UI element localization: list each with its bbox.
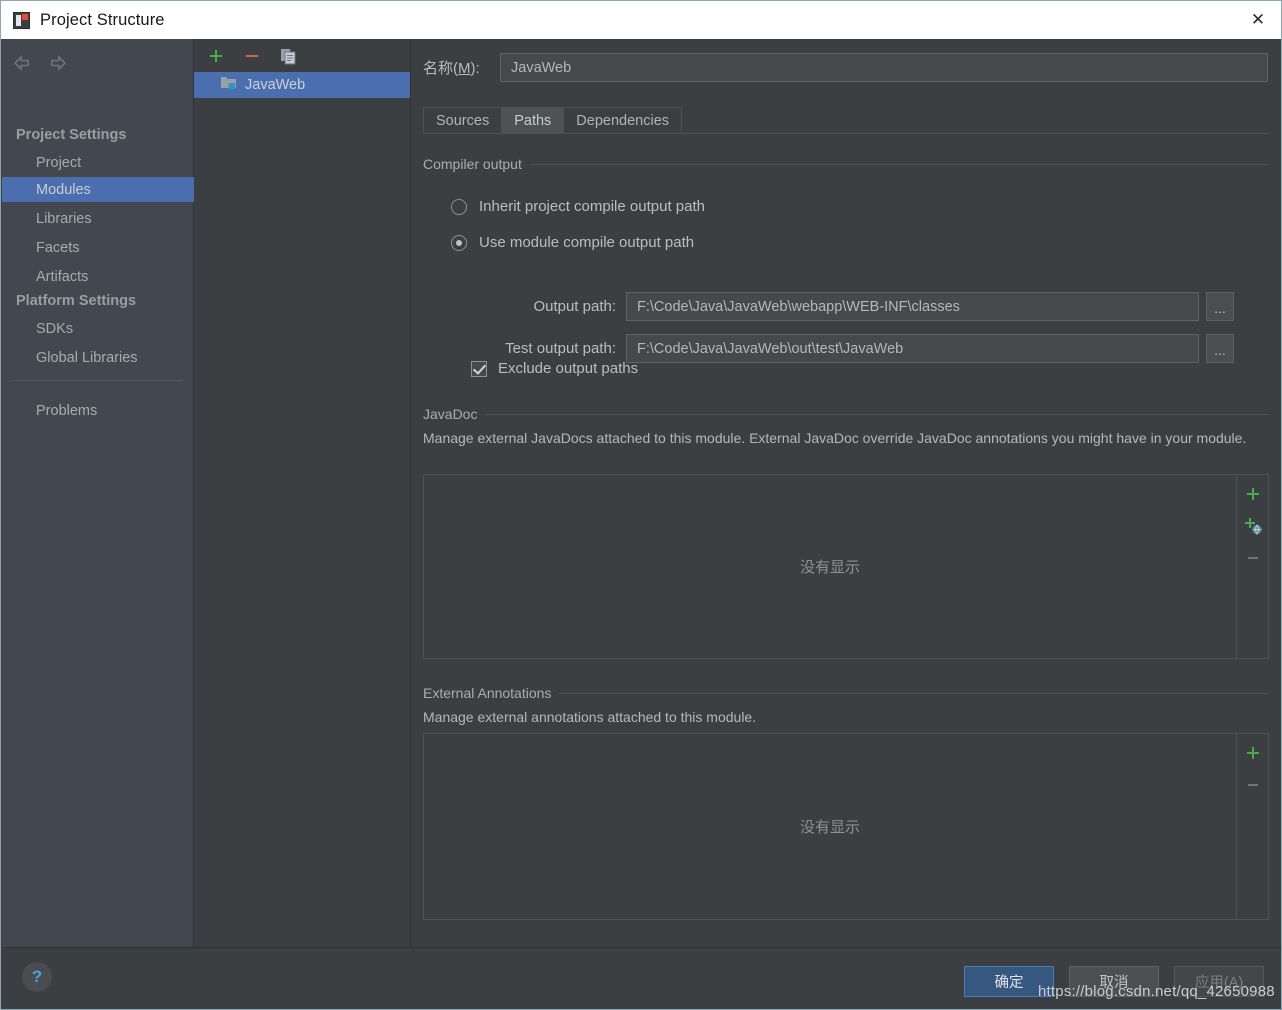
inherit-output-radio-row[interactable]: Inherit project compile output path	[451, 198, 705, 215]
add-annotation-button[interactable]	[1242, 742, 1264, 764]
tab-paths[interactable]: Paths	[501, 107, 564, 134]
tab-dependencies[interactable]: Dependencies	[563, 107, 683, 134]
tabs-underline	[423, 133, 1269, 134]
output-path-row: Output path: F:\Code\Java\JavaWeb\webapp…	[471, 292, 1266, 321]
annotations-section-header: External Annotations	[423, 685, 1269, 701]
javadoc-section-header: JavaDoc	[423, 406, 1269, 422]
forward-arrow-icon[interactable]	[48, 53, 68, 73]
output-path-label: Output path:	[533, 298, 616, 315]
module-name-input[interactable]: JavaWeb	[500, 53, 1268, 82]
watermark-text: https://blog.csdn.net/qq_42650988	[1038, 983, 1275, 1000]
section-rule	[529, 163, 1269, 165]
test-output-path-input[interactable]: F:\Code\Java\JavaWeb\out\test\JavaWeb	[626, 334, 1199, 363]
section-rule	[485, 413, 1269, 415]
javadoc-empty-text: 没有显示	[799, 559, 860, 576]
add-javadoc-url-button[interactable]	[1242, 515, 1264, 537]
sidebar-item-facets[interactable]: Facets	[2, 235, 194, 260]
sidebar-group-platform-settings: Platform Settings	[16, 293, 137, 309]
sidebar-item-label: Libraries	[36, 210, 92, 227]
sidebar-item-global-libraries[interactable]: Global Libraries	[2, 345, 194, 370]
test-output-path-row: Test output path: F:\Code\Java\JavaWeb\o…	[471, 334, 1266, 363]
sidebar-item-libraries[interactable]: Libraries	[2, 206, 194, 231]
sidebar-item-sdks[interactable]: SDKs	[2, 316, 194, 341]
exclude-output-label: Exclude output paths	[498, 360, 639, 377]
module-output-label: Use module compile output path	[479, 234, 695, 251]
sidebar-item-modules[interactable]: Modules	[2, 177, 194, 202]
inherit-output-radio[interactable]	[451, 198, 467, 215]
compiler-output-section-header: Compiler output	[423, 156, 1269, 172]
sidebar-item-label: Global Libraries	[36, 349, 138, 366]
help-button[interactable]: ?	[22, 962, 52, 992]
project-structure-dialog: Project Structure ✕ Project Settings Pro…	[0, 0, 1282, 1010]
javadoc-list-area[interactable]: 没有显示	[424, 475, 1236, 658]
remove-javadoc-button[interactable]	[1242, 547, 1264, 569]
annotations-description: Manage external annotations attached to …	[423, 709, 757, 725]
intellij-idea-icon	[13, 11, 30, 29]
javadoc-side-toolbar	[1236, 475, 1268, 658]
sidebar-item-label: Artifacts	[36, 268, 89, 285]
close-icon[interactable]: ✕	[1235, 1, 1281, 38]
remove-annotation-button[interactable]	[1242, 774, 1264, 796]
javadoc-description: Manage external JavaDocs attached to thi…	[423, 430, 1247, 446]
sidebar-item-label: Facets	[36, 239, 80, 256]
sidebar-item-label: Problems	[36, 402, 98, 419]
sidebar-divider	[14, 380, 182, 381]
sidebar-group-project-settings: Project Settings	[16, 127, 127, 143]
remove-module-button[interactable]	[242, 46, 262, 66]
module-settings-pane: 名称(M): JavaWeb Sources Paths Dependencie…	[411, 39, 1281, 947]
javadoc-list-panel: 没有显示	[423, 474, 1269, 659]
copy-module-button[interactable]	[278, 46, 298, 66]
module-list-item-javaweb[interactable]: JavaWeb	[194, 72, 410, 98]
tab-sources[interactable]: Sources	[423, 107, 502, 134]
module-output-radio-row[interactable]: Use module compile output path	[451, 234, 694, 251]
modules-toolbar	[194, 39, 410, 72]
sidebar-item-label: Project	[36, 154, 82, 171]
output-path-input[interactable]: F:\Code\Java\JavaWeb\webapp\WEB-INF\clas…	[626, 292, 1199, 321]
annotations-list-area[interactable]: 没有显示	[424, 734, 1236, 919]
module-name-label: 名称(M):	[423, 60, 480, 77]
navigation-arrows	[12, 53, 68, 73]
module-name-row: 名称(M): JavaWeb	[423, 53, 1268, 82]
title-bar: Project Structure ✕	[1, 1, 1281, 39]
inherit-output-label: Inherit project compile output path	[479, 198, 705, 215]
back-arrow-icon[interactable]	[12, 53, 32, 73]
exclude-output-checkbox[interactable]	[471, 360, 487, 377]
exclude-output-row[interactable]: Exclude output paths	[471, 360, 638, 377]
dialog-body: Project Settings Project Modules Librari…	[2, 39, 1281, 947]
sidebar-item-problems[interactable]: Problems	[2, 398, 194, 423]
mnemonic-char: M	[458, 60, 471, 77]
output-path-browse-button[interactable]: ...	[1206, 292, 1234, 321]
test-output-path-label: Test output path:	[505, 340, 616, 357]
annotations-list-panel: 没有显示	[423, 733, 1269, 920]
sidebar-item-artifacts[interactable]: Artifacts	[2, 264, 194, 289]
module-output-radio[interactable]	[451, 234, 467, 251]
modules-panel: JavaWeb	[194, 39, 411, 947]
section-rule	[559, 692, 1269, 694]
annotations-side-toolbar	[1236, 734, 1268, 919]
annotations-empty-text: 没有显示	[799, 819, 860, 836]
window-title: Project Structure	[40, 10, 165, 29]
settings-sidebar: Project Settings Project Modules Librari…	[2, 39, 194, 947]
sidebar-item-project[interactable]: Project	[2, 150, 194, 175]
add-javadoc-button[interactable]	[1242, 483, 1264, 505]
add-module-button[interactable]	[206, 46, 226, 66]
test-output-path-browse-button[interactable]: ...	[1206, 334, 1234, 363]
module-folder-icon	[220, 75, 237, 95]
section-title: External Annotations	[423, 685, 552, 701]
sidebar-item-label: Modules	[36, 181, 91, 198]
section-title: JavaDoc	[423, 406, 478, 422]
module-tabs: Sources Paths Dependencies	[423, 106, 683, 134]
module-name-label: JavaWeb	[245, 77, 306, 93]
section-title: Compiler output	[423, 156, 522, 172]
sidebar-item-label: SDKs	[36, 320, 74, 337]
